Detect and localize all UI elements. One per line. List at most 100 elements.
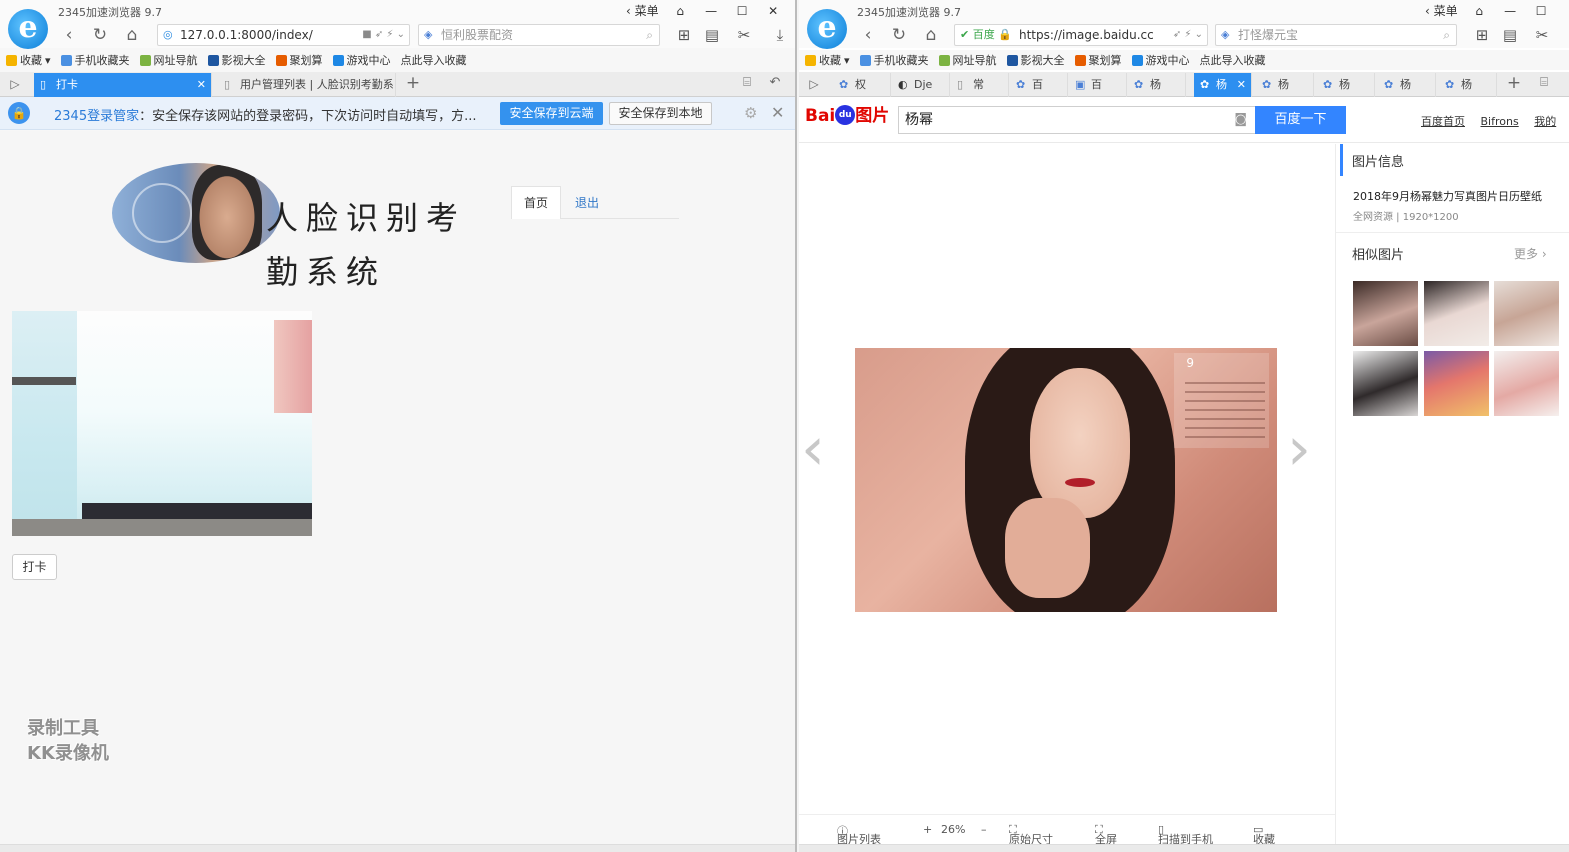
tab[interactable]: ✿ 杨	[1128, 73, 1186, 97]
fav-collect[interactable]: 收藏 ▾	[805, 52, 850, 68]
sidebar-toggle-icon[interactable]: ▷	[803, 74, 825, 94]
tab-active[interactable]: ✿ 杨 ✕	[1194, 73, 1252, 97]
zoom-in-icon[interactable]: +	[923, 823, 932, 836]
close-tab-icon[interactable]: ✕	[1237, 73, 1246, 96]
similar-thumbnail[interactable]	[1424, 281, 1489, 346]
page-icon: ▯	[40, 78, 47, 91]
baidu-search-button[interactable]: 百度一下	[1255, 106, 1346, 134]
home-icon[interactable]: ⌂	[121, 25, 143, 45]
menu-button[interactable]: ‹ 菜单	[1419, 2, 1464, 20]
similar-thumbnail[interactable]	[1353, 351, 1418, 416]
next-arrow-icon[interactable]: ›	[1287, 414, 1311, 484]
fav-nav[interactable]: 网址导航	[139, 52, 198, 68]
similar-thumbnail[interactable]	[1494, 281, 1559, 346]
close-button[interactable]: ✕	[758, 2, 789, 20]
tab[interactable]: ✿ 杨	[1378, 73, 1436, 97]
screenshot-icon[interactable]: ✂	[1530, 25, 1554, 45]
fullscreen-button[interactable]: 全屏 ⛶	[1095, 823, 1117, 846]
refresh-icon[interactable]: ↻	[89, 25, 111, 45]
tab[interactable]: ▯ 常	[951, 73, 1009, 97]
fav-juhuasuan[interactable]: 聚划算	[275, 52, 323, 68]
similar-thumbnail[interactable]	[1424, 351, 1489, 416]
save-cloud-button[interactable]: 安全保存到云端	[500, 102, 603, 125]
gear-icon[interactable]: ⚙	[744, 104, 757, 122]
punch-button[interactable]: 打卡	[12, 554, 57, 580]
fav-import[interactable]: 点此导入收藏	[401, 52, 467, 68]
apps-icon[interactable]: ⊞	[1470, 25, 1494, 45]
refresh-icon[interactable]: ↻	[888, 25, 910, 45]
address-bar[interactable]: ◎ 127.0.0.1:8000/index/ ■ ➶ ⚡ ⌄	[157, 24, 410, 46]
restore-icon[interactable]: ⌸	[736, 73, 758, 93]
sidebar-toggle-icon[interactable]: ▷	[4, 74, 26, 94]
tab[interactable]: ✿ 杨	[1439, 73, 1497, 97]
nav-exit-link[interactable]: 退出	[575, 194, 599, 211]
minimize-button[interactable]: —	[696, 2, 727, 20]
fav-games[interactable]: 游戏中心	[332, 52, 391, 68]
fav-video[interactable]: 影视大全	[207, 52, 266, 68]
fav-video[interactable]: 影视大全	[1006, 52, 1065, 68]
image-list-button[interactable]: 图片列表 ⓘ	[837, 823, 881, 846]
skin-icon[interactable]: ⌂	[665, 2, 696, 20]
fav-nav[interactable]: 网址导航	[938, 52, 997, 68]
baidu-logo[interactable]: Bai du 图片	[805, 105, 889, 127]
zoom-out-icon[interactable]: –	[981, 823, 987, 836]
more-link[interactable]: 更多 ›	[1514, 245, 1547, 262]
address-bar[interactable]: ✔ 百度 🔒 https://image.baidu.cc ➶ ⚡ ⌄	[954, 24, 1208, 46]
favorite-button[interactable]: 收藏 ▭	[1253, 823, 1275, 846]
main-image[interactable]: 9	[855, 348, 1277, 612]
nav-home-tab[interactable]: 首页	[511, 186, 561, 219]
close-tab-icon[interactable]: ✕	[197, 73, 206, 96]
new-tab-icon[interactable]: +	[402, 73, 424, 93]
tab[interactable]: ✿ 权	[833, 73, 891, 97]
back-icon[interactable]: ‹	[857, 25, 879, 45]
search-box[interactable]: ◈ 打怪爆元宝 ⌕	[1215, 24, 1457, 46]
fav-mobile[interactable]: 手机收藏夹	[859, 52, 929, 68]
minimize-button[interactable]: —	[1495, 2, 1526, 20]
tab[interactable]: ◐ Dje	[892, 73, 950, 97]
original-size-button[interactable]: 原始尺寸 ⛶	[1009, 823, 1053, 846]
tab-user-list[interactable]: ▯ 用户管理列表 | 人脸识别考勤系	[218, 73, 396, 97]
back-icon[interactable]: ‹	[58, 25, 80, 45]
fav-collect[interactable]: 收藏 ▾	[6, 52, 51, 68]
fav-juhuasuan[interactable]: 聚划算	[1074, 52, 1122, 68]
baidu-search-input[interactable]: 杨幂 ◙	[898, 106, 1256, 134]
menu-button[interactable]: ‹ 菜单	[620, 2, 665, 20]
prev-arrow-icon[interactable]: ‹	[801, 414, 825, 484]
my-link[interactable]: 我的	[1534, 115, 1556, 128]
tab[interactable]: ✿ 杨	[1317, 73, 1375, 97]
baidu-home-link[interactable]: 百度首页	[1421, 115, 1465, 128]
fav-import[interactable]: 点此导入收藏	[1200, 52, 1266, 68]
tab[interactable]: ✿ 百	[1010, 73, 1068, 97]
home-icon[interactable]: ⌂	[920, 25, 942, 45]
screenshot-icon[interactable]: ✂	[732, 25, 756, 45]
reader-icon[interactable]: ▤	[1498, 25, 1522, 45]
addressbar-tools-icon[interactable]: ➶ ⚡ ⌄	[1173, 25, 1203, 45]
fav-games[interactable]: 游戏中心	[1131, 52, 1190, 68]
skin-icon[interactable]: ⌂	[1464, 2, 1495, 20]
download-icon[interactable]: ⤓	[768, 25, 792, 45]
status-bar	[799, 844, 1569, 852]
scan-to-phone-button[interactable]: 扫描到手机 ▯	[1158, 823, 1213, 846]
tab[interactable]: ▣ 百	[1069, 73, 1127, 97]
search-box[interactable]: ◈ 恒利股票配资 ⌕	[418, 24, 660, 46]
search-icon[interactable]: ⌕	[646, 25, 653, 45]
close-icon[interactable]: ✕	[771, 103, 784, 122]
restore-icon[interactable]: ⌸	[1533, 73, 1555, 93]
similar-thumbnail[interactable]	[1494, 351, 1559, 416]
image-description[interactable]: 2018年9月杨幂魅力写真图片日历壁纸	[1353, 188, 1542, 204]
similar-thumbnail[interactable]	[1353, 281, 1418, 346]
maximize-button[interactable]: ☐	[1526, 2, 1557, 20]
fav-mobile[interactable]: 手机收藏夹	[60, 52, 130, 68]
undo-icon[interactable]: ↶	[764, 73, 786, 93]
save-local-button[interactable]: 安全保存到本地	[609, 102, 712, 125]
maximize-button[interactable]: ☐	[727, 2, 758, 20]
new-tab-icon[interactable]: +	[1503, 73, 1525, 93]
camera-icon[interactable]: ◙	[1234, 107, 1247, 133]
reader-icon[interactable]: ▤	[700, 25, 724, 45]
apps-icon[interactable]: ⊞	[672, 25, 696, 45]
user-link[interactable]: Bifrons	[1481, 115, 1519, 128]
addressbar-tools-icon[interactable]: ■ ➶ ⚡ ⌄	[362, 25, 405, 45]
tab-punch[interactable]: ▯ 打卡 ✕	[34, 73, 212, 97]
tab[interactable]: ✿ 杨	[1256, 73, 1314, 97]
search-icon[interactable]: ⌕	[1443, 25, 1450, 45]
